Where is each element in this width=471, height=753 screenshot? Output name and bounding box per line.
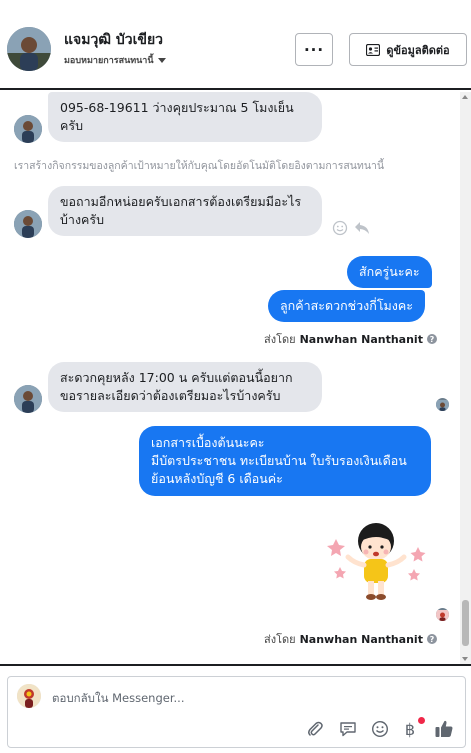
customer-avatar-small [14, 385, 42, 413]
paperclip-icon [308, 721, 323, 736]
scrollbar-thumb[interactable] [462, 600, 469, 646]
agent-name: Nanwhan Nanthanit [299, 332, 423, 346]
like-button[interactable] [433, 718, 455, 740]
assign-label: มอบหมายการสนทนานี้ [64, 56, 154, 66]
scroll-down-icon[interactable] [462, 657, 468, 661]
more-options-button[interactable]: ··· [295, 33, 333, 66]
help-icon[interactable]: ? [426, 334, 437, 344]
more-icon: ··· [303, 40, 325, 59]
incoming-message: ขอถามอีกหน่อยครับเอกสารต้องเตรียมมีอะไรบ… [48, 186, 322, 236]
smiley-icon [371, 720, 389, 738]
view-contact-label: ดูข้อมูลติดต่อ [386, 43, 450, 57]
view-contact-button[interactable]: ดูข้อมูลติดต่อ [349, 33, 467, 66]
outgoing-message: สักครู่นะคะ [347, 256, 432, 288]
notification-dot [418, 717, 425, 724]
sent-by-prefix: ส่งโดย [264, 633, 296, 646]
customer-avatar-small [14, 210, 42, 238]
agent-avatar [17, 684, 41, 708]
thread-scrollbar[interactable] [460, 92, 471, 664]
sent-by-label: ส่งโดย Nanwhan Nanthanit ? [264, 630, 437, 648]
agent-name: Nanwhan Nanthanit [299, 632, 423, 646]
system-note: เราสร้างกิจกรรมของลูกค้าเป้าหมายให้กับคุ… [14, 160, 385, 172]
outgoing-message: ลูกค้าสะดวกช่วงกี่โมงคะ [268, 290, 425, 322]
customer-avatar[interactable] [7, 27, 51, 71]
sticker-image [327, 523, 426, 600]
sent-by-prefix: ส่งโดย [264, 333, 296, 346]
reply-icon[interactable] [354, 221, 370, 235]
attach-button[interactable] [304, 718, 326, 740]
emoji-button[interactable] [369, 718, 391, 740]
smiley-icon[interactable] [332, 220, 348, 236]
message-line: ย้อนหลังบัญชี 6 เดือนค่ะ [151, 471, 283, 486]
help-icon[interactable]: ? [426, 634, 437, 644]
scroll-up-icon[interactable] [462, 95, 468, 99]
outgoing-message: เอกสารเบื้องต้นนะคะ มีบัตรประชาชน ทะเบีย… [139, 426, 431, 496]
contact-card-icon [366, 43, 381, 56]
reply-input[interactable] [52, 689, 412, 707]
seen-avatar [436, 398, 449, 411]
seen-avatar [436, 608, 449, 621]
quick-reply-button[interactable] [337, 718, 359, 740]
customer-avatar-small [14, 115, 42, 143]
thumbs-up-icon [435, 720, 453, 737]
message-thread[interactable]: 095-68-19611 ว่างคุยประมาณ 5 โมงเย็นครับ… [0, 92, 471, 664]
customer-name: แจมวุฒิ บัวเขียว [64, 32, 164, 48]
incoming-message: สะดวกคุยหลัง 17:00 น ครับแต่ตอนนี้อยาก ข… [48, 362, 322, 412]
message-line: มีบัตรประชาชน ทะเบียนบ้าน ใบรับรองเงินเด… [151, 453, 407, 468]
assign-conversation-dropdown[interactable]: มอบหมายการสนทนานี้ [64, 53, 166, 67]
caret-down-icon [157, 57, 166, 63]
reply-box[interactable] [7, 676, 466, 748]
incoming-message: 095-68-19611 ว่างคุยประมาณ 5 โมงเย็นครับ [48, 92, 322, 142]
baht-icon: ฿ [404, 719, 416, 739]
message-line: เอกสารเบื้องต้นนะคะ [151, 435, 265, 450]
sent-by-label: ส่งโดย Nanwhan Nanthanit ? [264, 330, 437, 348]
chat-bubble-icon [340, 722, 356, 737]
